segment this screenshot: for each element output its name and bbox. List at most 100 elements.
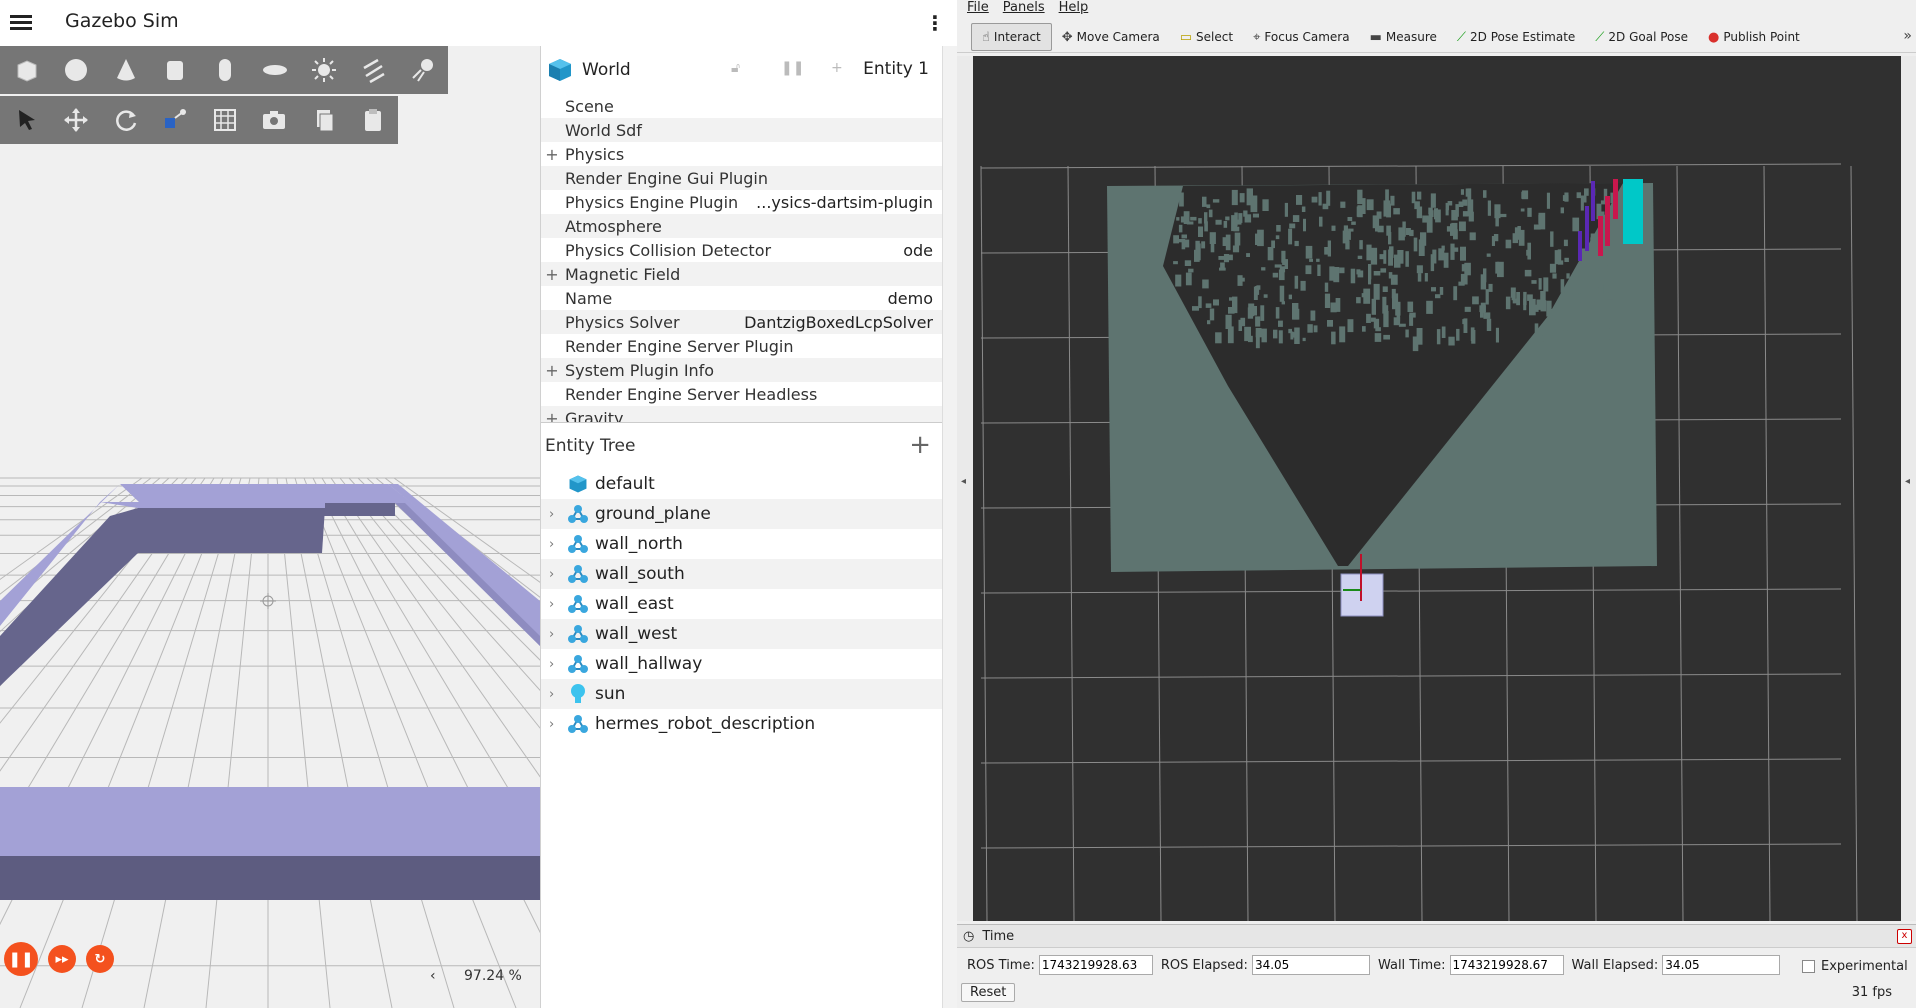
chevron-right-icon[interactable]: › (549, 597, 565, 612)
expand-plus-icon[interactable]: + (543, 145, 561, 164)
ros-time-input[interactable] (1038, 955, 1153, 975)
spot-light-icon[interactable] (399, 46, 449, 94)
close-icon[interactable]: x (1897, 929, 1912, 944)
component-key: Magnetic Field (565, 264, 681, 284)
ros-elapsed-input[interactable] (1251, 955, 1370, 975)
rviz-3d-view[interactable] (973, 56, 1901, 921)
capsule-icon[interactable] (200, 46, 250, 94)
tree-item-hermes-robot-description[interactable]: › hermes_robot_description (541, 709, 943, 739)
component-row[interactable]: + Magnetic Field (541, 262, 943, 286)
chevron-right-icon[interactable]: › (549, 687, 565, 702)
chevron-right-icon[interactable]: › (549, 717, 565, 732)
add-component-icon[interactable]: + (831, 60, 843, 76)
real-time-factor: 97.24 % (464, 968, 522, 984)
tree-item-wall-south[interactable]: › wall_south (541, 559, 943, 589)
toolbar-overflow-icon[interactable]: » (1903, 28, 1912, 44)
menu-file[interactable]: File (967, 0, 989, 16)
component-row[interactable]: + System Plugin Info (541, 358, 943, 382)
chevron-right-icon[interactable]: › (549, 567, 565, 582)
tool-2d-pose-estimate[interactable]: ⟋ 2D Pose Estimate (1447, 24, 1585, 50)
world-cube-icon (549, 59, 571, 81)
expand-plus-icon[interactable]: + (543, 361, 561, 380)
sun-light-icon[interactable] (299, 46, 349, 94)
component-row: Render Engine Server Plugin (541, 334, 943, 358)
paste-icon[interactable] (349, 96, 399, 144)
experimental-toggle[interactable]: Experimental (1802, 959, 1908, 974)
translate-icon[interactable] (52, 96, 102, 144)
cone-icon[interactable] (101, 46, 151, 94)
lock-icon[interactable]: 🔓︎ (731, 60, 740, 76)
reset-icon[interactable]: ↻ (86, 945, 114, 973)
copy-icon[interactable] (299, 96, 349, 144)
step-forward-icon[interactable]: ▸▸ (48, 945, 76, 973)
tree-item-wall-west[interactable]: › wall_west (541, 619, 943, 649)
tree-item-wall-north[interactable]: › wall_north (541, 529, 943, 559)
tool-interact[interactable]: ☝ Interact (971, 23, 1052, 51)
left-dock-handle[interactable]: ◂ (957, 56, 973, 921)
expand-plus-icon[interactable]: + (543, 409, 561, 423)
cylinder-icon[interactable] (151, 46, 201, 94)
ros-elapsed-label: ROS Elapsed: (1160, 957, 1248, 973)
model-icon (567, 593, 589, 615)
tool-move-camera[interactable]: ✥ Move Camera (1052, 24, 1170, 50)
rviz-render (980, 163, 1858, 921)
screenshot-camera-icon[interactable] (250, 96, 300, 144)
tree-item-wall-east[interactable]: › wall_east (541, 589, 943, 619)
wall-elapsed-input[interactable] (1662, 955, 1781, 975)
pause-icon[interactable]: ❚❚ (4, 942, 38, 976)
time-fields: ROS Time: ROS Elapsed: Wall Time: Wall E… (967, 955, 1788, 975)
experimental-checkbox[interactable] (1802, 960, 1815, 973)
component-row: Physics Solver DantzigBoxedLcpSolver (541, 310, 943, 334)
box-icon[interactable] (2, 46, 52, 94)
rotate-icon[interactable] (101, 96, 151, 144)
wall-time-input[interactable] (1449, 955, 1564, 975)
gazebo-title-bar: Gazebo Sim ⋮ (0, 0, 957, 47)
ellipsoid-icon[interactable] (250, 46, 300, 94)
add-entity-icon[interactable]: + (909, 432, 931, 458)
tree-item-sun[interactable]: › sun (541, 679, 943, 709)
reset-button[interactable]: Reset (961, 983, 1016, 1002)
component-value: demo (887, 288, 933, 308)
inspector-header: World 🔓︎ ❚❚ + Entity 1 (541, 46, 943, 94)
chevron-right-icon[interactable]: › (549, 657, 565, 672)
sphere-icon[interactable] (52, 46, 102, 94)
tool-label: Move Camera (1076, 30, 1160, 44)
panel-scrollbar[interactable] (942, 46, 957, 1008)
chevron-right-icon[interactable]: › (549, 627, 565, 642)
component-row[interactable]: + Physics (541, 142, 943, 166)
expand-plus-icon[interactable]: + (543, 265, 561, 284)
component-key: Physics Engine Plugin (565, 192, 739, 212)
chevron-right-icon[interactable]: › (549, 537, 565, 552)
ruler-icon: ▬ (1369, 29, 1382, 45)
clock-icon: ◷ (963, 928, 975, 944)
collapse-arrow-icon[interactable]: ‹ (430, 968, 436, 984)
transform-toolbar (0, 96, 398, 144)
component-row[interactable]: + Gravity (541, 406, 943, 423)
directional-light-icon[interactable] (349, 46, 399, 94)
model-icon (567, 533, 589, 555)
model-icon (567, 653, 589, 675)
tool-2d-goal-pose[interactable]: ⟋ 2D Goal Pose (1585, 24, 1698, 50)
chevron-right-icon[interactable]: › (549, 507, 565, 522)
grid-icon[interactable] (200, 96, 250, 144)
tree-item-default[interactable]: default (541, 469, 943, 499)
tool-focus-camera[interactable]: ⌖ Focus Camera (1243, 24, 1360, 50)
pause-updates-icon[interactable]: ❚❚ (781, 60, 804, 76)
tree-item-wall-hallway[interactable]: › wall_hallway (541, 649, 943, 679)
ros-elapsed-field: ROS Elapsed: (1161, 955, 1370, 975)
select-arrow-icon[interactable] (2, 96, 52, 144)
transform-control-icon[interactable] (151, 96, 201, 144)
light-bulb-icon (567, 683, 589, 705)
tool-measure[interactable]: ▬ Measure (1360, 24, 1447, 50)
model-icon (567, 503, 589, 525)
tool-publish-point[interactable]: ● Publish Point (1698, 24, 1810, 50)
scene-3d-view[interactable]: ❚❚ ▸▸ ↻ ‹ 97.24 % (0, 46, 540, 1008)
tree-item-ground-plane[interactable]: › ground_plane (541, 499, 943, 529)
tool-label: Select (1196, 30, 1234, 44)
menu-panels[interactable]: Panels (1003, 0, 1045, 16)
more-options-icon[interactable]: ⋮ (925, 10, 945, 36)
tool-select[interactable]: ▭ Select (1170, 24, 1243, 50)
menu-help[interactable]: Help (1059, 0, 1089, 16)
right-dock-handle[interactable]: ◂ (1901, 56, 1916, 921)
hamburger-menu-icon[interactable] (10, 12, 32, 34)
